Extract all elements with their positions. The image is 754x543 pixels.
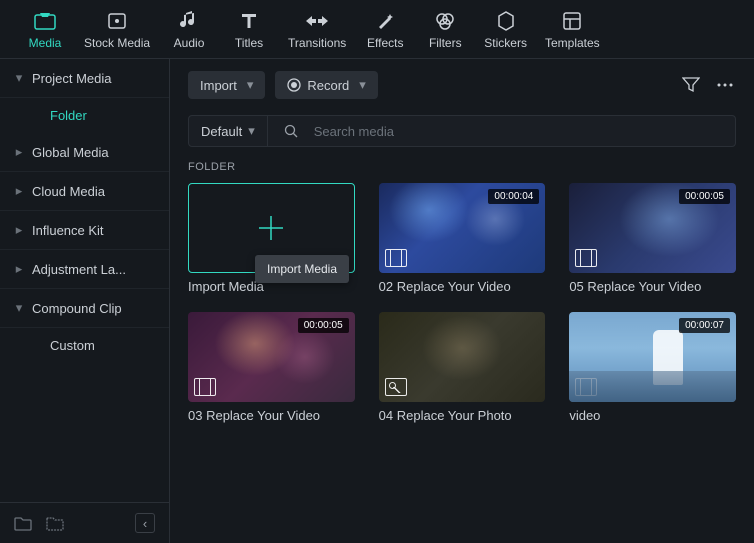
card-label: video (569, 408, 736, 423)
sidebar-item-label: Compound Clip (32, 301, 122, 316)
sidebar: ▾ Project Media Folder ▸ Global Media ▸ … (0, 59, 170, 543)
chevron-right-icon: ▸ (14, 222, 24, 238)
media-card[interactable]: 04 Replace Your Photo (379, 312, 546, 423)
tab-filters[interactable]: Filters (416, 8, 474, 52)
chevron-down-icon: ▾ (247, 77, 254, 93)
tab-label: Effects (367, 36, 403, 50)
chevron-down-icon: ▾ (14, 300, 24, 316)
section-title: FOLDER (170, 159, 754, 183)
filter-icon[interactable] (680, 75, 702, 95)
import-label: Import (200, 78, 237, 93)
collapse-sidebar-button[interactable]: ‹ (135, 513, 155, 533)
video-thumb[interactable]: 00:00:05 (188, 312, 355, 402)
duration-badge: 00:00:05 (298, 318, 349, 333)
tab-label: Filters (429, 36, 462, 50)
video-thumb[interactable]: 00:00:07 (569, 312, 736, 402)
titles-icon (238, 10, 260, 32)
import-button[interactable]: Import ▾ (188, 71, 265, 99)
sidebar-item-influence-kit[interactable]: ▸ Influence Kit (0, 211, 169, 250)
sidebar-item-label: Global Media (32, 145, 109, 160)
tab-media[interactable]: Media (16, 8, 74, 52)
media-card[interactable]: 00:00:05 05 Replace Your Video (569, 183, 736, 294)
sidebar-item-global-media[interactable]: ▸ Global Media (0, 133, 169, 172)
media-card[interactable]: 00:00:07 video (569, 312, 736, 423)
tab-label: Stock Media (84, 36, 150, 50)
record-label: Record (307, 78, 349, 93)
folder-icon[interactable] (46, 516, 64, 531)
media-card[interactable]: 00:00:04 02 Replace Your Video (379, 183, 546, 294)
sidebar-item-label: Adjustment La... (32, 262, 126, 277)
more-icon[interactable] (714, 81, 736, 89)
media-icon (34, 10, 56, 32)
tab-audio[interactable]: Audio (160, 8, 218, 52)
tab-stock-media[interactable]: Stock Media (76, 8, 158, 52)
import-media-tooltip: Import Media (255, 255, 349, 283)
duration-badge: 00:00:04 (488, 189, 539, 204)
chevron-right-icon: ▸ (14, 261, 24, 277)
video-icon (194, 378, 216, 396)
transitions-icon (306, 10, 328, 32)
card-label: 03 Replace Your Video (188, 408, 355, 423)
templates-icon (561, 10, 583, 32)
filters-icon (434, 10, 456, 32)
search-bar: Default ▾ (188, 115, 736, 147)
image-icon (385, 378, 407, 396)
video-thumb[interactable]: 00:00:04 (379, 183, 546, 273)
stock-icon (106, 10, 128, 32)
tab-label: Templates (545, 36, 600, 50)
chevron-down-icon: ▾ (248, 123, 255, 139)
chevron-right-icon: ▸ (14, 183, 24, 199)
tab-label: Transitions (288, 36, 346, 50)
duration-badge: 00:00:07 (679, 318, 730, 333)
tab-label: Stickers (484, 36, 527, 50)
tab-label: Audio (174, 36, 205, 50)
sort-label: Default (201, 124, 242, 139)
sidebar-item-label: Project Media (32, 71, 111, 86)
video-icon (575, 378, 597, 396)
plus-icon (255, 212, 287, 244)
media-card[interactable]: 00:00:05 03 Replace Your Video (188, 312, 355, 423)
sidebar-item-compound-clip[interactable]: ▾ Compound Clip (0, 289, 169, 328)
sidebar-item-project-media[interactable]: ▾ Project Media (0, 59, 169, 98)
tab-label: Media (29, 36, 62, 50)
chevron-down-icon: ▾ (359, 77, 366, 93)
sidebar-item-cloud-media[interactable]: ▸ Cloud Media (0, 172, 169, 211)
top-tabs: Media Stock Media Audio Titles Transitio… (0, 0, 754, 59)
sort-select[interactable]: Default ▾ (189, 116, 268, 146)
tab-label: Titles (235, 36, 263, 50)
video-icon (575, 249, 597, 267)
effects-icon (374, 10, 396, 32)
video-icon (385, 249, 407, 267)
sidebar-item-label: Influence Kit (32, 223, 104, 238)
image-thumb[interactable] (379, 312, 546, 402)
card-label: 04 Replace Your Photo (379, 408, 546, 423)
card-label: 05 Replace Your Video (569, 279, 736, 294)
tab-effects[interactable]: Effects (356, 8, 414, 52)
sidebar-subitem-folder[interactable]: Folder (0, 98, 169, 133)
tab-stickers[interactable]: Stickers (476, 8, 535, 52)
card-label: 02 Replace Your Video (379, 279, 546, 294)
audio-icon (178, 10, 200, 32)
duration-badge: 00:00:05 (679, 189, 730, 204)
record-icon (287, 78, 301, 92)
search-input[interactable] (314, 117, 735, 146)
tab-templates[interactable]: Templates (537, 8, 608, 52)
stickers-icon (495, 10, 517, 32)
search-icon (278, 124, 304, 138)
chevron-down-icon: ▾ (14, 70, 24, 86)
tab-transitions[interactable]: Transitions (280, 8, 354, 52)
media-grid: Import Media 00:00:04 02 Replace Your Vi… (170, 183, 754, 423)
record-button[interactable]: Record ▾ (275, 71, 377, 99)
new-folder-icon[interactable] (14, 516, 32, 531)
tab-titles[interactable]: Titles (220, 8, 278, 52)
sidebar-item-label: Cloud Media (32, 184, 105, 199)
sidebar-item-adjustment-layer[interactable]: ▸ Adjustment La... (0, 250, 169, 289)
chevron-right-icon: ▸ (14, 144, 24, 160)
video-thumb[interactable]: 00:00:05 (569, 183, 736, 273)
sidebar-subitem-custom[interactable]: Custom (0, 328, 169, 363)
